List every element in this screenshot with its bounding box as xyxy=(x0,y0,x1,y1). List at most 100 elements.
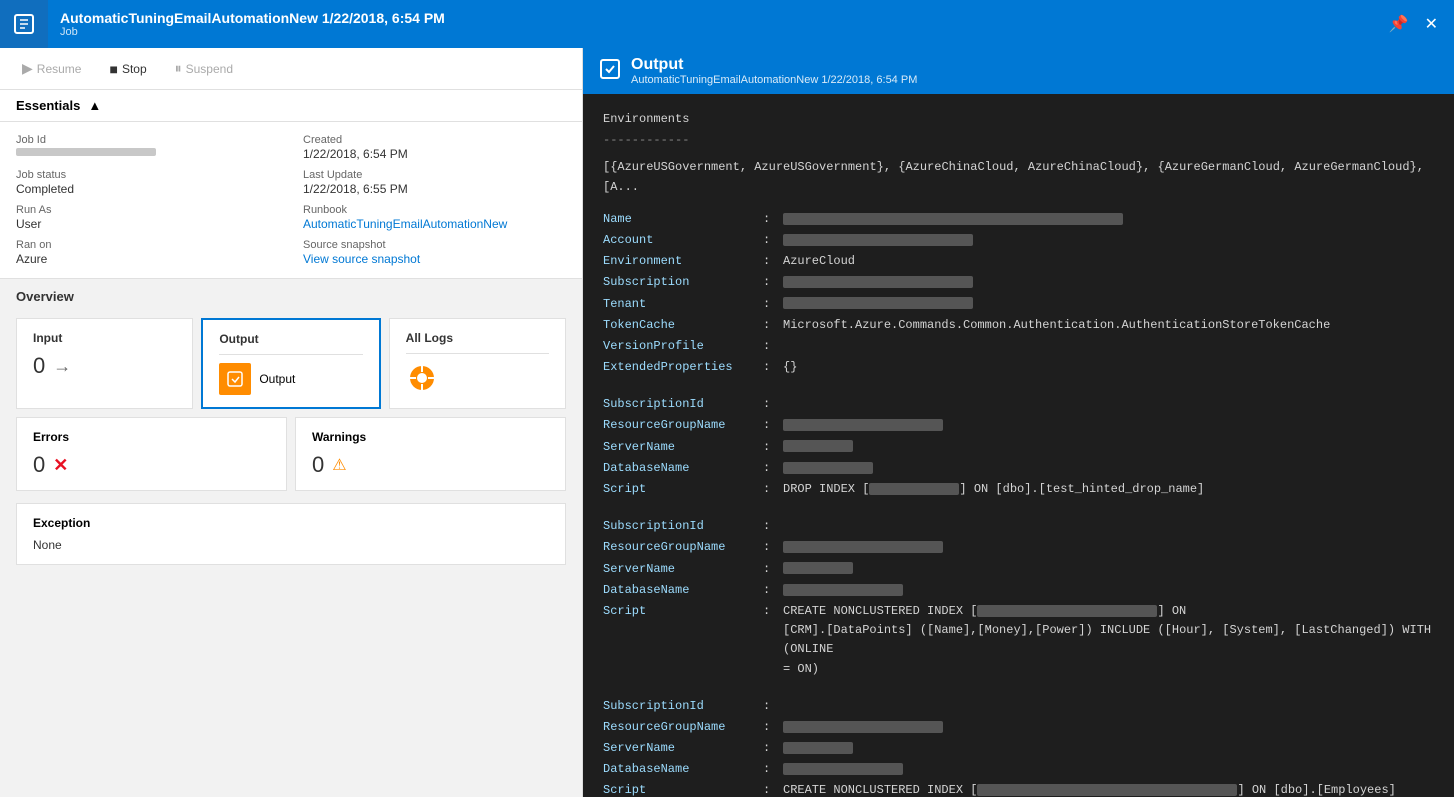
suspend-icon: ⏸ xyxy=(175,60,182,77)
errors-count: 0 xyxy=(33,452,45,478)
field-value: DROP INDEX [] ON [dbo].[test_hinted_drop… xyxy=(783,479,1434,500)
environments-label: Environments xyxy=(603,110,1434,129)
input-count: 0 xyxy=(33,353,45,379)
table-row: DatabaseName : xyxy=(603,759,1434,780)
job-status-field: Job status Completed xyxy=(16,169,279,196)
redacted-value xyxy=(783,234,973,246)
divider: ------------ xyxy=(603,131,1434,150)
output-header-icon xyxy=(599,58,621,85)
field-name: TokenCache xyxy=(603,315,763,336)
essentials-grid: Job Id Created 1/22/2018, 6:54 PM Job st… xyxy=(0,122,582,279)
source-snapshot-field: Source snapshot View source snapshot xyxy=(303,239,566,266)
all-logs-card[interactable]: All Logs xyxy=(389,318,566,409)
run-as-field: Run As User xyxy=(16,204,279,231)
field-name: Subscription xyxy=(603,272,763,293)
created-field: Created 1/22/2018, 6:54 PM xyxy=(303,134,566,161)
main-container: ▶ Resume ■ Stop ⏸ Suspend Essentials ▲ J… xyxy=(0,48,1454,797)
toolbar: ▶ Resume ■ Stop ⏸ Suspend xyxy=(0,48,582,90)
exception-title: Exception xyxy=(33,516,549,530)
essentials-header: Essentials ▲ xyxy=(0,90,582,122)
warnings-card[interactable]: Warnings 0 ⚠ xyxy=(295,417,566,491)
created-label: Created xyxy=(303,134,566,146)
redacted-value xyxy=(783,562,853,574)
run-as-value: User xyxy=(16,217,279,231)
run-as-label: Run As xyxy=(16,204,279,216)
table-row: Script : CREATE NONCLUSTERED INDEX [] ON… xyxy=(603,780,1434,797)
job-status-label: Job status xyxy=(16,169,279,181)
resume-button[interactable]: ▶ Resume xyxy=(16,56,87,81)
redacted-value xyxy=(783,297,973,309)
input-card-title: Input xyxy=(33,331,176,345)
errors-card[interactable]: Errors 0 ✕ xyxy=(16,417,287,491)
resume-icon: ▶ xyxy=(22,60,33,77)
output-content[interactable]: Environments ------------ [{AzureUSGover… xyxy=(583,94,1454,797)
field-name: ResourceGroupName xyxy=(603,537,763,558)
table-row: Name : xyxy=(603,209,1434,230)
redacted-inline xyxy=(869,483,959,495)
field-name: ResourceGroupName xyxy=(603,415,763,436)
input-arrow-icon: → xyxy=(53,356,71,377)
field-name: SubscriptionId xyxy=(603,516,763,537)
stop-icon: ■ xyxy=(109,61,117,77)
table-row: ServerName : xyxy=(603,559,1434,580)
field-value: Microsoft.Azure.Commands.Common.Authenti… xyxy=(783,315,1434,336)
suspend-button[interactable]: ⏸ Suspend xyxy=(169,56,239,81)
last-update-value: 1/22/2018, 6:55 PM xyxy=(303,182,566,196)
last-update-field: Last Update 1/22/2018, 6:55 PM xyxy=(303,169,566,196)
table-row: ServerName : xyxy=(603,738,1434,759)
runbook-label: Runbook xyxy=(303,204,566,216)
right-header-text: Output AutomaticTuningEmailAutomationNew… xyxy=(631,56,917,86)
left-panel: ▶ Resume ■ Stop ⏸ Suspend Essentials ▲ J… xyxy=(0,48,583,797)
table-row: Environment : AzureCloud xyxy=(603,251,1434,272)
all-logs-inner xyxy=(406,353,549,394)
warnings-count: 0 xyxy=(312,452,324,478)
exception-section: Exception None xyxy=(16,503,566,565)
field-name: ExtendedProperties xyxy=(603,357,763,378)
all-logs-icon xyxy=(406,362,438,394)
warning-triangle-icon: ⚠ xyxy=(332,455,346,475)
redacted-value xyxy=(783,721,943,733)
redacted-value xyxy=(783,440,853,452)
field-name: DatabaseName xyxy=(603,759,763,780)
redacted-value xyxy=(783,763,903,775)
field-value: AzureCloud xyxy=(783,251,1434,272)
job-id-label: Job Id xyxy=(16,134,279,146)
essentials-label: Essentials xyxy=(16,98,80,113)
close-button[interactable]: ✕ xyxy=(1421,10,1442,38)
field-name: ServerName xyxy=(603,559,763,580)
field-name: VersionProfile xyxy=(603,336,763,357)
runbook-field: Runbook AutomaticTuningEmailAutomationNe… xyxy=(303,204,566,231)
job-status-value: Completed xyxy=(16,182,279,196)
input-card[interactable]: Input 0 → xyxy=(16,318,193,409)
redacted-value xyxy=(783,213,1123,225)
table-row: Subscription : xyxy=(603,272,1434,293)
runbook-link[interactable]: AutomaticTuningEmailAutomationNew xyxy=(303,217,507,231)
redacted-value xyxy=(783,462,873,474)
redacted-value xyxy=(783,541,943,553)
env-line: [{AzureUSGovernment, AzureUSGovernment},… xyxy=(603,158,1434,196)
table-row: SubscriptionId : xyxy=(603,696,1434,717)
block3-table: SubscriptionId : ResourceGroupName : Ser… xyxy=(603,696,1434,797)
output-card-title: Output xyxy=(219,332,362,346)
field-name: DatabaseName xyxy=(603,458,763,479)
ran-on-label: Ran on xyxy=(16,239,279,251)
cards-row-2: Errors 0 ✕ Warnings 0 ⚠ xyxy=(0,417,582,499)
header-title-block: AutomaticTuningEmailAutomationNew 1/22/2… xyxy=(48,4,1385,44)
table-row: ResourceGroupName : xyxy=(603,537,1434,558)
right-panel: Output AutomaticTuningEmailAutomationNew… xyxy=(583,48,1454,797)
field-name: Script xyxy=(603,479,763,500)
output-card[interactable]: Output Output xyxy=(201,318,380,409)
field-name: ServerName xyxy=(603,738,763,759)
job-id-bar xyxy=(16,148,156,156)
pin-button[interactable]: 📌 xyxy=(1385,10,1413,38)
field-name: Script xyxy=(603,780,763,797)
chevron-up-icon: ▲ xyxy=(88,98,101,113)
output-card-label: Output xyxy=(259,372,295,386)
redacted-value xyxy=(783,742,853,754)
source-snapshot-link[interactable]: View source snapshot xyxy=(303,252,420,266)
table-row: SubscriptionId : xyxy=(603,394,1434,415)
field-name: ResourceGroupName xyxy=(603,717,763,738)
right-panel-title: Output xyxy=(631,56,917,74)
block1-table: SubscriptionId : ResourceGroupName : Ser… xyxy=(603,394,1434,500)
stop-button[interactable]: ■ Stop xyxy=(103,57,152,81)
